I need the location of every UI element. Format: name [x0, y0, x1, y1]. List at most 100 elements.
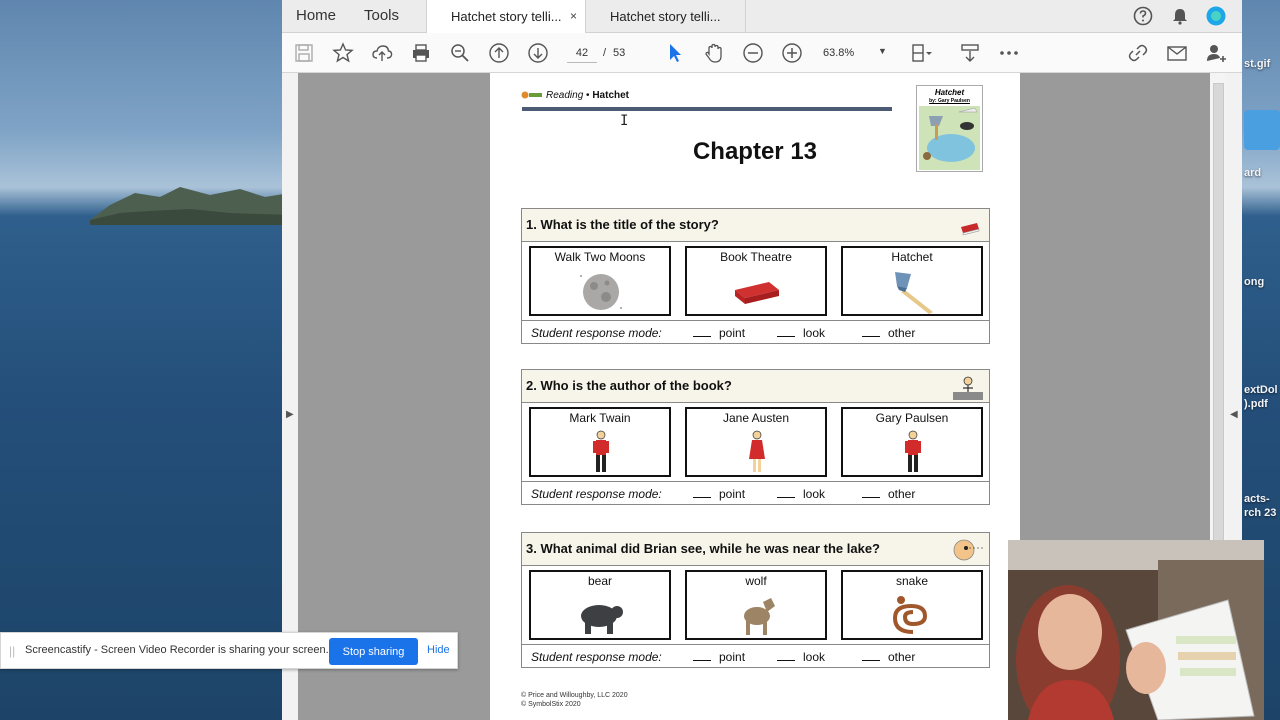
copyright-line: © SymbolStix 2020 — [521, 701, 581, 708]
previous-page-icon[interactable] — [488, 42, 510, 64]
question-card: 2. Who is the author of the book? Mark T… — [521, 369, 990, 505]
answer-choice[interactable]: bear — [529, 570, 671, 640]
choice-label: wolf — [745, 574, 767, 588]
copyright-line: © Price and Willoughby, LLC 2020 — [521, 692, 628, 699]
answer-choice[interactable]: snake — [841, 570, 983, 640]
response-lead: Student response mode: — [531, 487, 662, 501]
page-number-input[interactable] — [567, 43, 597, 63]
chevron-left-icon[interactable]: ◀ — [1230, 409, 1238, 420]
question-text: 2. Who is the author of the book? — [526, 378, 732, 393]
nav-home[interactable]: Home — [296, 7, 336, 24]
hatchet-icon — [895, 272, 933, 314]
answer-choice[interactable]: Walk Two Moons — [529, 246, 671, 316]
choice-label: Walk Two Moons — [554, 250, 646, 264]
webcam-overlay — [1008, 540, 1264, 720]
answer-choice[interactable]: Book Theatre — [685, 246, 827, 316]
man-figure-icon — [593, 430, 609, 472]
zoom-in-icon[interactable] — [781, 42, 803, 64]
bear-icon — [581, 605, 623, 634]
account-avatar-icon[interactable] — [1206, 6, 1226, 26]
response-mode-row: Student response mode: point look other — [522, 644, 989, 668]
woman-figure-icon — [749, 430, 765, 472]
choice-label: Jane Austen — [722, 411, 790, 425]
save-icon[interactable] — [293, 42, 315, 64]
screen-share-bar: || Screencastify - Screen Video Recorder… — [0, 632, 458, 669]
choice-label: bear — [587, 574, 613, 588]
scrollbar-thumb[interactable] — [1213, 83, 1224, 543]
bell-icon[interactable] — [1170, 6, 1190, 26]
email-icon[interactable] — [1166, 42, 1188, 64]
response-option-look[interactable]: look — [777, 487, 825, 501]
question-text: 3. What animal did Brian see, while he w… — [526, 541, 881, 556]
response-option-point[interactable]: point — [693, 650, 745, 664]
next-page-icon[interactable] — [527, 42, 549, 64]
tab-label: Hatchet story telli... — [610, 9, 721, 24]
reading-logo-icon — [521, 91, 542, 99]
desktop-file-label[interactable]: st.gif — [1244, 58, 1270, 70]
answer-choice[interactable]: Gary Paulsen — [841, 407, 983, 477]
desktop-file-label[interactable]: extDol — [1244, 384, 1278, 396]
response-option-point[interactable]: point — [693, 326, 745, 340]
share-link-icon[interactable] — [1127, 42, 1149, 64]
scroll-mode-icon[interactable] — [959, 42, 981, 64]
answer-choice[interactable]: Jane Austen — [685, 407, 827, 477]
page-header: Reading • Hatchet — [546, 90, 629, 101]
response-lead: Student response mode: — [531, 326, 662, 340]
chevron-right-icon[interactable]: ▶ — [286, 409, 294, 420]
choice-label: Book Theatre — [720, 250, 792, 264]
select-cursor-icon[interactable] — [664, 42, 686, 64]
more-options-icon[interactable] — [998, 42, 1020, 64]
question-header: 2. Who is the author of the book? — [522, 370, 989, 403]
tab-document[interactable]: Hatchet story telli... — [586, 0, 746, 33]
close-tab-icon[interactable]: × — [570, 9, 577, 23]
cover-title: Hatchet — [934, 88, 965, 97]
book-cover: Hatchet by: Gary Paulsen — [916, 85, 983, 172]
response-option-look[interactable]: look — [777, 650, 825, 664]
page-separator: / — [603, 47, 607, 59]
answer-choice[interactable]: Hatchet — [841, 246, 983, 316]
drag-handle-icon[interactable]: || — [9, 644, 15, 658]
cloud-upload-icon[interactable] — [371, 42, 393, 64]
book-icon — [961, 223, 980, 236]
left-panel-toggle[interactable]: ▶ — [282, 73, 298, 720]
text-cursor-icon: I — [620, 113, 629, 129]
nav-tools[interactable]: Tools — [364, 7, 399, 24]
page-layout-icon[interactable] — [910, 42, 932, 64]
header-subject: Reading — [546, 90, 584, 101]
snake-icon — [892, 596, 928, 634]
question-card: 1. What is the title of the story? Walk … — [521, 208, 990, 344]
add-user-icon[interactable] — [1205, 42, 1227, 64]
response-option-look[interactable]: look — [777, 326, 825, 340]
response-option-other[interactable]: other — [862, 487, 915, 501]
help-icon[interactable] — [1133, 6, 1153, 26]
tab-document-active[interactable]: Hatchet story telli... × — [426, 0, 586, 33]
response-option-point[interactable]: point — [693, 487, 745, 501]
choice-label: Mark Twain — [569, 411, 631, 425]
response-option-other[interactable]: other — [862, 650, 915, 664]
choice-label: snake — [895, 574, 929, 588]
cover-author: by: Gary Paulsen — [929, 98, 970, 104]
author-at-desk-icon — [953, 376, 983, 400]
share-message: Screencastify - Screen Video Recorder is… — [25, 644, 329, 656]
stop-sharing-button[interactable]: Stop sharing — [329, 638, 418, 665]
desktop-file-label[interactable]: ong — [1244, 276, 1264, 288]
answer-choice[interactable]: wolf — [685, 570, 827, 640]
desktop-file-label[interactable]: ard — [1244, 167, 1261, 179]
island-scenery — [90, 187, 290, 225]
desktop-file-label[interactable]: rch 23 — [1244, 507, 1276, 519]
question-card: 3. What animal did Brian see, while he w… — [521, 532, 990, 668]
hand-tool-icon[interactable] — [703, 42, 725, 64]
desktop-file-label[interactable]: ).pdf — [1244, 398, 1268, 410]
bookmark-star-icon[interactable] — [332, 42, 354, 64]
zoom-out-icon[interactable] — [742, 42, 764, 64]
print-icon[interactable] — [410, 42, 432, 64]
question-text: 1. What is the title of the story? — [526, 217, 719, 232]
question-header: 3. What animal did Brian see, while he w… — [522, 533, 989, 566]
chevron-down-icon[interactable]: ▼ — [878, 46, 887, 56]
response-option-other[interactable]: other — [862, 326, 915, 340]
hide-button[interactable]: Hide — [427, 644, 450, 656]
desktop-file-label[interactable]: acts- — [1244, 493, 1270, 505]
zoom-search-icon[interactable] — [449, 42, 471, 64]
desktop-file-icon[interactable] — [1244, 110, 1280, 150]
answer-choice[interactable]: Mark Twain — [529, 407, 671, 477]
